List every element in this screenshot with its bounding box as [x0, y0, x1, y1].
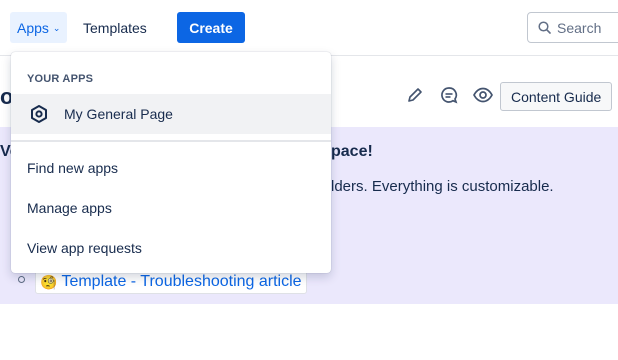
- template-link[interactable]: 🧐 Template - Troubleshooting article: [35, 270, 307, 294]
- chevron-down-icon: ⌄: [52, 23, 61, 33]
- panel-heading: pace!: [331, 143, 373, 160]
- app-item-label: My General Page: [64, 106, 173, 122]
- app-item-my-general-page[interactable]: My General Page: [11, 94, 331, 134]
- menu-divider: [11, 140, 331, 142]
- thinking-face-icon: 🧐: [40, 273, 58, 290]
- create-button[interactable]: Create: [177, 12, 245, 43]
- content-guide-button[interactable]: Content Guide: [500, 82, 613, 111]
- template-link-label: Template - Troubleshooting article: [61, 273, 302, 290]
- templates-menu[interactable]: Templates: [76, 12, 154, 43]
- your-apps-heading: YOUR APPS: [27, 73, 94, 85]
- edit-pencil-icon[interactable]: [404, 84, 426, 106]
- partially-visible-heading: [0, 340, 310, 360]
- top-navigation: Apps ⌄ Templates Create Search: [0, 0, 618, 56]
- hexagon-app-icon: [31, 105, 47, 123]
- manage-apps-link[interactable]: Manage apps: [11, 188, 331, 228]
- list-bullet: [18, 276, 25, 283]
- find-new-apps-link[interactable]: Find new apps: [11, 148, 331, 188]
- apps-dropdown: YOUR APPS My General Page Find new apps …: [11, 52, 331, 273]
- search-placeholder: Search: [557, 19, 602, 36]
- search-input[interactable]: Search: [527, 12, 618, 43]
- page-toolbar: [404, 84, 494, 106]
- watch-eye-icon[interactable]: [472, 84, 494, 106]
- view-app-requests-link[interactable]: View app requests: [11, 228, 331, 268]
- apps-label: Apps: [17, 19, 49, 36]
- search-icon: [538, 21, 551, 34]
- comment-icon[interactable]: [438, 84, 460, 106]
- panel-body-text: lders. Everything is customizable.: [331, 178, 554, 195]
- apps-menu-trigger[interactable]: Apps ⌄: [10, 12, 68, 43]
